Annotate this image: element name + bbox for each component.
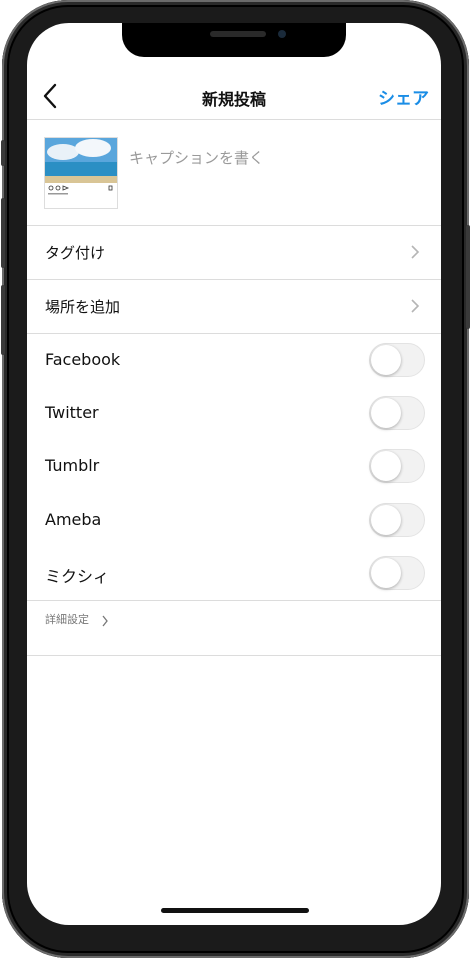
notch bbox=[122, 23, 346, 57]
chevron-right-icon bbox=[101, 612, 109, 627]
caption-input[interactable]: キャプションを書く bbox=[129, 147, 264, 168]
home-indicator[interactable] bbox=[161, 908, 309, 913]
share-button[interactable]: シェア bbox=[378, 84, 429, 109]
volume-down-button bbox=[1, 285, 5, 355]
volume-up-button bbox=[1, 198, 5, 268]
speaker bbox=[210, 31, 266, 37]
post-thumbnail[interactable] bbox=[44, 137, 118, 209]
share-mixi-label: ミクシィ bbox=[45, 567, 110, 586]
nav-bar: 新規投稿 シェア bbox=[27, 73, 441, 120]
camera bbox=[278, 30, 286, 38]
post-compose: キャプションを書く bbox=[27, 120, 441, 226]
toggle-knob bbox=[371, 505, 401, 535]
tumblr-toggle[interactable] bbox=[369, 449, 425, 483]
chevron-right-icon bbox=[409, 298, 421, 314]
tag-people-label: タグ付け bbox=[45, 244, 106, 262]
share-facebook-label: Facebook bbox=[45, 350, 121, 369]
share-twitter-row: Twitter bbox=[27, 387, 441, 440]
advanced-settings-label: 詳細設定 bbox=[45, 613, 89, 626]
power-button bbox=[466, 225, 470, 329]
chevron-right-icon bbox=[409, 244, 421, 260]
share-twitter-label: Twitter bbox=[45, 403, 99, 422]
silent-switch bbox=[1, 140, 5, 166]
share-ameba-row: Ameba bbox=[27, 494, 441, 547]
app-screen: 新規投稿 シェア キャプションを書く タグ付け 場所を追加 Facebook T… bbox=[27, 23, 441, 925]
share-ameba-label: Ameba bbox=[45, 510, 102, 529]
add-location-row[interactable]: 場所を追加 bbox=[27, 280, 441, 334]
toggle-knob bbox=[371, 451, 401, 481]
tag-people-row[interactable]: タグ付け bbox=[27, 226, 441, 280]
share-tumblr-row: Tumblr bbox=[27, 440, 441, 493]
mixi-toggle[interactable] bbox=[369, 556, 425, 590]
toggle-knob bbox=[371, 558, 401, 588]
share-mixi-row: ミクシィ bbox=[27, 547, 441, 600]
advanced-settings-row[interactable]: 詳細設定 bbox=[27, 600, 441, 656]
ameba-toggle[interactable] bbox=[369, 503, 425, 537]
share-tumblr-label: Tumblr bbox=[45, 456, 100, 475]
add-location-label: 場所を追加 bbox=[45, 298, 121, 316]
toggle-knob bbox=[371, 345, 401, 375]
share-facebook-row: Facebook bbox=[27, 334, 441, 387]
facebook-toggle[interactable] bbox=[369, 343, 425, 377]
twitter-toggle[interactable] bbox=[369, 396, 425, 430]
toggle-knob bbox=[371, 398, 401, 428]
